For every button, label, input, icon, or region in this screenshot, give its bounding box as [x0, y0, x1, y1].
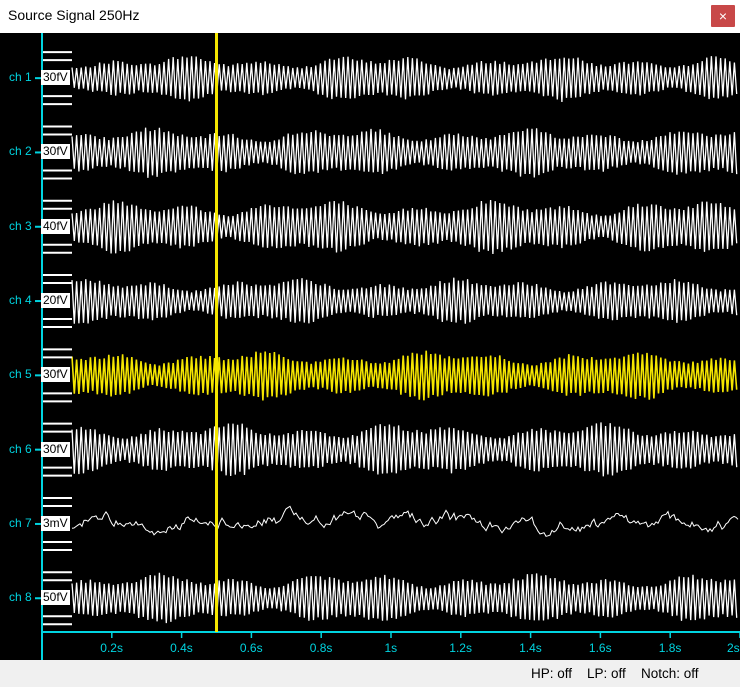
x-tick-label: 1.8s [658, 641, 682, 655]
channel-label: ch 3 [9, 218, 32, 233]
channel-scale-label: 30fV [41, 441, 70, 457]
channel-scale-label: 30fV [41, 144, 70, 160]
close-icon: × [718, 8, 728, 24]
trace-ch6 [71, 422, 738, 477]
title-bar: Source Signal 250Hz × [0, 0, 740, 33]
signal-canvas [35, 33, 740, 660]
lp-status: LP: off [587, 666, 626, 681]
channel-label: ch 1 [9, 70, 32, 85]
trace-ch2 [71, 127, 738, 178]
signal-plot[interactable]: ch 1 30fV ch 2 30fV ch 3 40fV ch 4 20fV ch 5 30fV… [0, 33, 740, 660]
hp-status: HP: off [531, 666, 573, 681]
channel-scale-label: 30fV [41, 70, 70, 86]
close-button[interactable]: × [711, 5, 735, 27]
x-tick-label: 1s [384, 641, 398, 655]
channel-label: ch 6 [9, 441, 32, 456]
channel-label: ch 5 [9, 367, 32, 382]
channel-scale-label: 30fV [41, 367, 70, 383]
channel-label: ch 2 [9, 144, 32, 159]
notch-status: Notch: off [641, 666, 699, 681]
window-title: Source Signal 250Hz [8, 7, 140, 23]
x-tick-label: 0.6s [239, 641, 263, 655]
x-tick-label: 0.8s [309, 641, 333, 655]
channel-label: ch 7 [9, 515, 32, 530]
trace-ch3 [71, 199, 738, 255]
channel-label: ch 8 [9, 590, 32, 605]
channel-scale-label: 3mV [41, 515, 70, 531]
status-bar: HP: off LP: off Notch: off [0, 660, 740, 687]
x-tick-label: 1.2s [449, 641, 472, 655]
x-tick-label: 1.6s [588, 641, 612, 655]
trace-ch4 [71, 277, 738, 324]
x-tick-label: 2s [727, 641, 740, 655]
trace-ch1 [71, 56, 738, 103]
channel-scale-label: 20fV [41, 293, 70, 309]
x-tick-label: 0.4s [170, 641, 193, 655]
x-tick-label: 0.2s [100, 641, 123, 655]
trace-ch8 [71, 572, 738, 624]
x-tick-label: 1.4s [519, 641, 542, 655]
channel-label: ch 4 [9, 293, 32, 308]
channel-scale-label: 40fV [41, 218, 70, 234]
trace-ch5 [71, 350, 738, 401]
channel-scale-label: 50fV [41, 590, 70, 606]
trace-ch7 [71, 505, 739, 537]
